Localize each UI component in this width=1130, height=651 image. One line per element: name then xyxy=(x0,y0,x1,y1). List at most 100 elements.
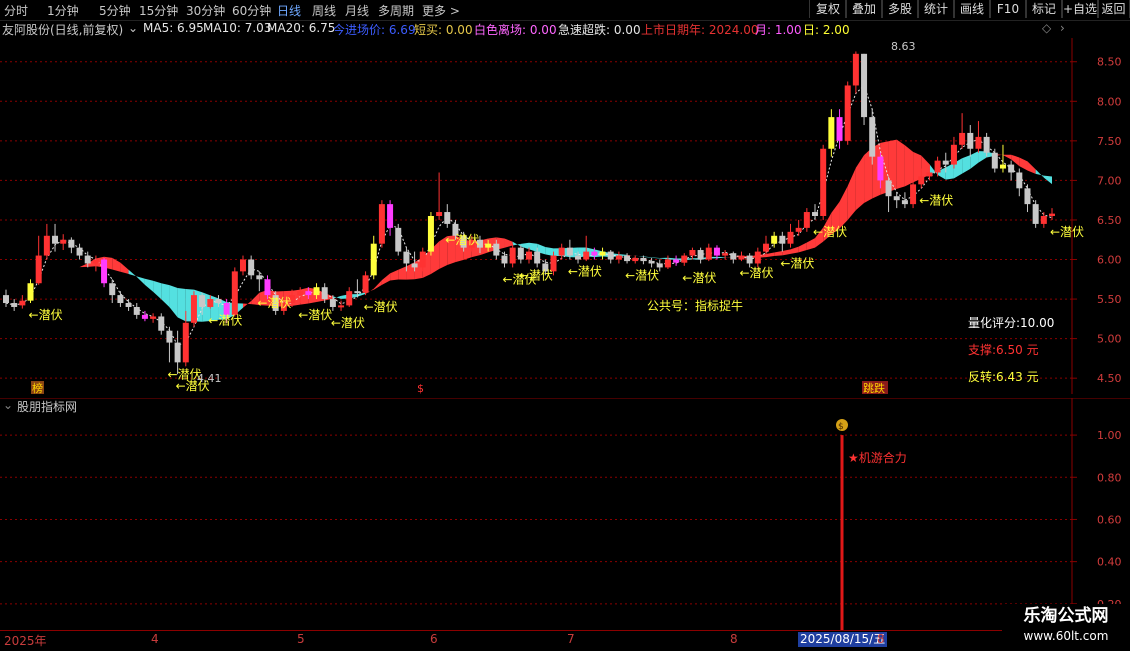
candle-body xyxy=(19,301,25,306)
candle-body xyxy=(632,258,638,261)
ribbon-segment xyxy=(897,140,905,189)
candle-body xyxy=(779,236,785,244)
candle-body xyxy=(714,248,720,256)
period-tab-30min[interactable]: 30分钟 xyxy=(186,2,225,19)
signal-label: ←潜伏 xyxy=(445,233,479,247)
period-tab-timeshare[interactable]: 分时 xyxy=(4,2,28,19)
white-exit-value: 白色离场: 0.00 xyxy=(474,21,557,38)
price-axis: 8.508.007.507.006.506.005.505.004.50 xyxy=(1072,56,1122,385)
ribbon-segment xyxy=(1027,161,1035,173)
candle-body xyxy=(1024,188,1030,204)
period-tab-more[interactable]: 更多 > xyxy=(422,2,460,19)
watermark: 乐淘公式网 www.60lt.com xyxy=(1002,604,1130,650)
period-tab-daily[interactable]: 日线 xyxy=(277,2,301,19)
ribbon-segment xyxy=(1011,155,1019,166)
indicator-title[interactable]: 股朋指标网 xyxy=(17,398,77,415)
candle-body xyxy=(886,180,892,196)
collapse-icon[interactable]: ⌄ xyxy=(3,398,13,412)
diamond-icon[interactable]: ◇ xyxy=(1042,21,1051,35)
candle-body xyxy=(820,149,826,216)
candle-body xyxy=(444,212,450,224)
candle-body xyxy=(616,256,622,260)
date-label-jun: 6 xyxy=(430,632,438,646)
date-label-apr: 4 xyxy=(151,632,159,646)
f10-button[interactable]: F10 xyxy=(989,0,1027,18)
high-price-label: 8.63 xyxy=(891,40,916,53)
candle-body xyxy=(403,252,409,264)
period-tab-5min[interactable]: 5分钟 xyxy=(99,2,131,19)
more-arrow-icon[interactable]: › xyxy=(1060,21,1065,35)
signal-label: ←潜伏 xyxy=(257,296,291,310)
indicator-tick-label: 1.00 xyxy=(1097,429,1122,442)
signal-label: ←潜伏 xyxy=(519,268,553,282)
candle-body xyxy=(943,161,949,165)
candle-body xyxy=(967,133,973,149)
candle-body xyxy=(1041,216,1047,224)
mark-button[interactable]: 标记 xyxy=(1025,0,1063,18)
ribbon-segment xyxy=(529,243,537,252)
ribbon-segment xyxy=(799,243,807,253)
tag-left: 榜 xyxy=(32,381,43,394)
multi-stock-button[interactable]: 多股 xyxy=(881,0,919,18)
period-tab-60min[interactable]: 60分钟 xyxy=(232,2,271,19)
statistics-button[interactable]: 统计 xyxy=(917,0,955,18)
candle-body xyxy=(175,343,181,363)
ribbon-segment xyxy=(504,239,512,248)
candle-body xyxy=(354,291,360,293)
candle-body xyxy=(640,258,646,261)
chevron-down-icon[interactable]: ⌄ xyxy=(128,21,138,35)
price-tick-label: 5.50 xyxy=(1097,293,1122,306)
date-label-may: 5 xyxy=(297,632,305,646)
candle-body xyxy=(395,228,401,252)
ribbon-segment xyxy=(635,256,643,257)
candle-body xyxy=(36,256,42,284)
candle-body xyxy=(60,240,66,244)
candle-body xyxy=(101,260,107,284)
candle-body xyxy=(951,145,957,165)
ribbon-segment xyxy=(374,280,382,290)
period-tab-monthly[interactable]: 月线 xyxy=(345,2,369,19)
ribbon-segment xyxy=(513,242,521,247)
candlestick-chart[interactable]: 8.508.007.507.006.506.005.505.004.50 ←潜伏… xyxy=(0,38,1130,394)
ribbon-segment xyxy=(774,251,782,256)
period-tab-weekly[interactable]: 周线 xyxy=(312,2,336,19)
overlay-button[interactable]: 叠加 xyxy=(845,0,883,18)
candle-body xyxy=(673,260,679,263)
stock-title[interactable]: 友阿股份(日线,前复权) xyxy=(2,21,123,38)
candle-body xyxy=(877,157,883,181)
candle-body xyxy=(788,232,794,244)
price-tick-label: 7.50 xyxy=(1097,135,1122,148)
candle-body xyxy=(142,315,148,319)
period-tab-15min[interactable]: 15分钟 xyxy=(139,2,178,19)
ribbon-segment xyxy=(137,276,145,284)
ribbon-segment xyxy=(840,186,848,229)
ribbon-segment xyxy=(153,281,161,300)
candle-body xyxy=(567,248,573,256)
signal-label: ←潜伏 xyxy=(919,193,953,207)
ribbon-segment xyxy=(1003,155,1011,160)
period-tab-multi[interactable]: 多周期 xyxy=(378,2,414,19)
draw-line-button[interactable]: 画线 xyxy=(953,0,991,18)
ribbon-segment xyxy=(946,163,954,180)
indicator-panel[interactable]: 1.000.800.600.400.20 $ ★机游合力 xyxy=(0,398,1130,630)
candle-body xyxy=(44,236,50,256)
candle-body xyxy=(493,244,499,256)
candle-body xyxy=(314,287,320,295)
dotted-trend-line xyxy=(6,85,1052,345)
candle-body xyxy=(559,248,565,256)
period-tab-1min[interactable]: 1分钟 xyxy=(47,2,79,19)
candle-body xyxy=(501,256,507,264)
add-watchlist-button[interactable]: +自选 xyxy=(1061,0,1099,18)
ribbon-segment xyxy=(398,266,406,279)
ribbon-segment xyxy=(80,263,88,267)
signal-label: ←潜伏 xyxy=(298,308,332,322)
low-price-label: 4.41 xyxy=(197,372,222,385)
ribbon-segment xyxy=(243,301,251,308)
back-button[interactable]: 返回 xyxy=(1097,0,1130,18)
candle-body xyxy=(330,299,336,307)
indicator-info-line: 友阿股份(日线,前复权) ⌄ MA5: 6.95 MA10: 7.03 MA20… xyxy=(0,21,1060,37)
restore-rights-button[interactable]: 复权 xyxy=(809,0,847,18)
candle-body xyxy=(265,279,271,295)
candle-body xyxy=(518,248,524,260)
tag-mid: $ xyxy=(417,382,424,394)
